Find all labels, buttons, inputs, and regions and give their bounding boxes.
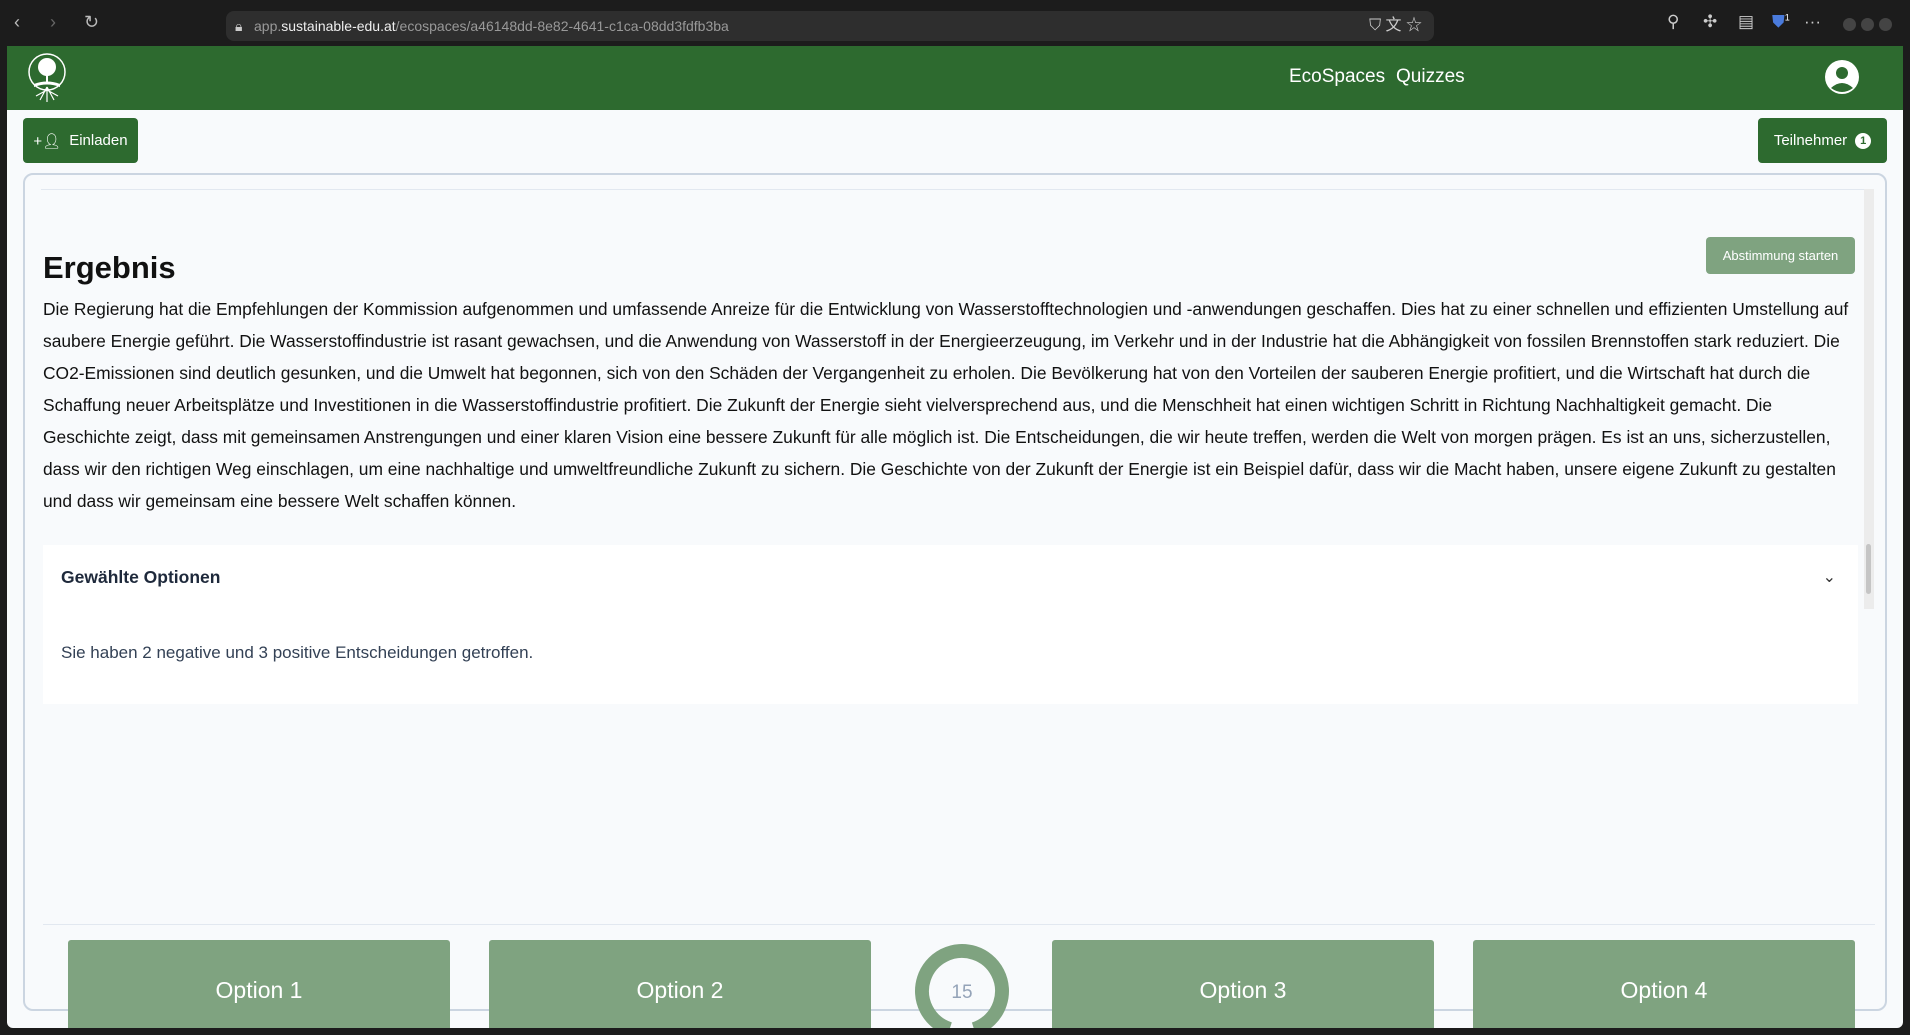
participants-label: Teilnehmer <box>1773 132 1848 149</box>
url-path: /ecospaces/a46148dd-8e82-4641-c1ca-08dd3… <box>395 18 729 34</box>
wrench-icon[interactable]: ⚲ <box>1667 12 1679 32</box>
chevron-down-icon[interactable]: ⌄ <box>1823 567 1836 587</box>
extension-shield-icon[interactable]: ⛊1 <box>1772 12 1790 32</box>
option-1-button[interactable]: Option 1 <box>68 940 450 1028</box>
lock-icon: 🔒︎ <box>235 18 243 34</box>
option-4-button[interactable]: Option 4 <box>1473 940 1855 1028</box>
invite-button[interactable]: +👤︎ Einladen <box>23 118 138 163</box>
forward-icon[interactable]: › <box>50 12 56 33</box>
option-2-button[interactable]: Option 2 <box>489 940 871 1028</box>
countdown-timer: 15 <box>915 944 1009 1028</box>
address-bar[interactable]: 🔒︎ app.sustainable-edu.at/ecospaces/a461… <box>226 11 1434 41</box>
nav-quizzes[interactable]: Quizzes <box>1396 66 1465 88</box>
user-avatar-icon[interactable] <box>1825 60 1859 94</box>
timer-value: 15 <box>951 982 972 1003</box>
result-title: Ergebnis <box>43 250 176 285</box>
reload-icon[interactable]: ↻ <box>84 12 99 33</box>
nav-ecospaces[interactable]: EcoSpaces <box>1289 66 1385 88</box>
invite-label: Einladen <box>69 132 128 149</box>
extension-badge: 1 <box>1784 12 1790 23</box>
chosen-options-accordion[interactable]: Gewählte Optionen ⌄ Sie haben 2 negative… <box>43 545 1858 704</box>
document-icon[interactable]: ▤ <box>1738 12 1754 32</box>
page: EcoSpaces Quizzes +👤︎ Einladen Teilnehme… <box>7 46 1903 1028</box>
extensions-icon[interactable]: ✣ <box>1703 12 1717 32</box>
accordion-title: Gewählte Optionen <box>61 567 221 587</box>
option-3-button[interactable]: Option 3 <box>1052 940 1434 1028</box>
result-text: Die Regierung hat die Empfehlungen der K… <box>43 299 1849 511</box>
url-bar-icons[interactable]: ⛉ 文 ☆ <box>1369 11 1422 41</box>
top-navbar: EcoSpaces Quizzes <box>7 46 1903 110</box>
ecospace-card: Abstimmung starten Ergebnis Die Regierun… <box>23 173 1887 1028</box>
start-vote-button[interactable]: Abstimmung starten <box>1706 237 1855 274</box>
browser-chrome: ‹ › ↻ 🔒︎ app.sustainable-edu.at/ecospace… <box>0 0 1910 46</box>
accordion-body: Sie haben 2 negative und 3 positive Ents… <box>61 643 534 662</box>
url-prefix: app. <box>254 18 282 34</box>
more-icon[interactable]: ··· <box>1804 12 1821 32</box>
window-controls[interactable] <box>1843 18 1892 31</box>
tree-logo-icon[interactable] <box>24 52 70 104</box>
divider <box>41 189 1873 190</box>
scrollbar[interactable] <box>1864 189 1874 609</box>
participants-count-badge: 1 <box>1855 132 1872 149</box>
participants-button[interactable]: Teilnehmer 1 <box>1758 118 1887 163</box>
divider <box>43 924 1875 925</box>
url-host: sustainable-edu.at <box>281 18 396 34</box>
back-icon[interactable]: ‹ <box>14 12 20 33</box>
add-user-icon: +👤︎ <box>33 132 62 150</box>
